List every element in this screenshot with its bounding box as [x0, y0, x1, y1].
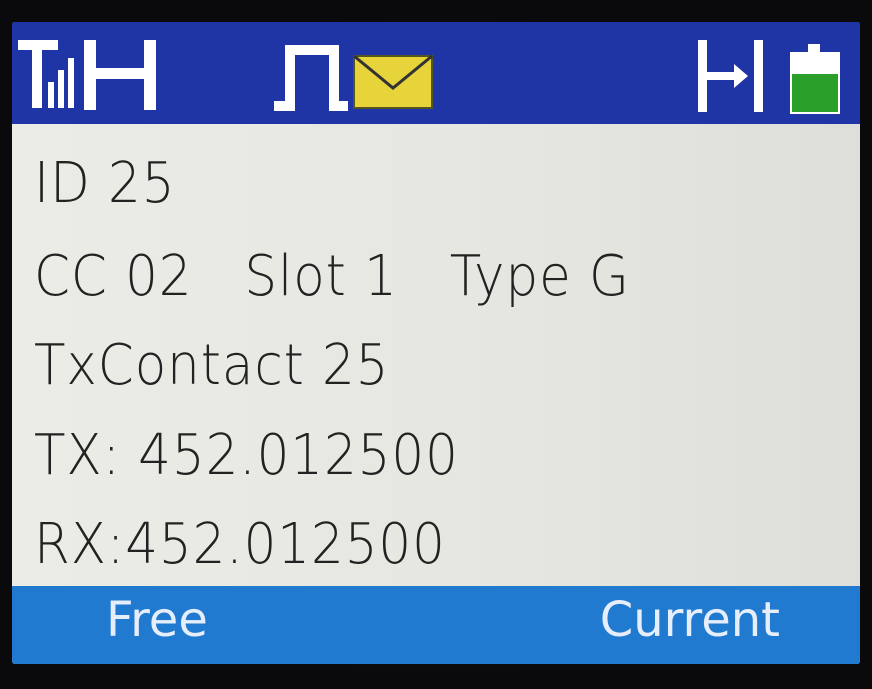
transfer-icon — [698, 40, 763, 112]
h-channel-icon — [84, 40, 156, 110]
current-softkey[interactable]: Current — [600, 596, 780, 644]
info-panel: ID 25 CC 02 Slot 1 Type G TxContact 25 T… — [12, 124, 860, 586]
softkey-bar: Free Current — [12, 586, 860, 664]
free-softkey[interactable]: Free — [106, 596, 208, 644]
device-screen: ID 25 CC 02 Slot 1 Type G TxContact 25 T… — [12, 22, 860, 664]
message-envelope-icon — [353, 54, 433, 109]
type-label: Type G — [449, 244, 630, 309]
id-line: ID 25 — [34, 151, 176, 216]
battery-icon — [790, 44, 840, 114]
color-code-label: CC 02 — [34, 244, 193, 309]
pulse-icon — [274, 45, 348, 111]
status-icons — [18, 40, 840, 114]
status-bar — [12, 22, 860, 124]
contact-line: TxContact 25 — [34, 333, 390, 398]
rx-frequency-line: RX:452.012500 — [34, 512, 446, 577]
signal-strength-icon — [18, 40, 74, 108]
channel-line: CC 02 Slot 1 Type G — [34, 249, 630, 305]
slot-label: Slot 1 — [244, 244, 398, 309]
tx-frequency-line: TX: 452.012500 — [34, 423, 459, 488]
